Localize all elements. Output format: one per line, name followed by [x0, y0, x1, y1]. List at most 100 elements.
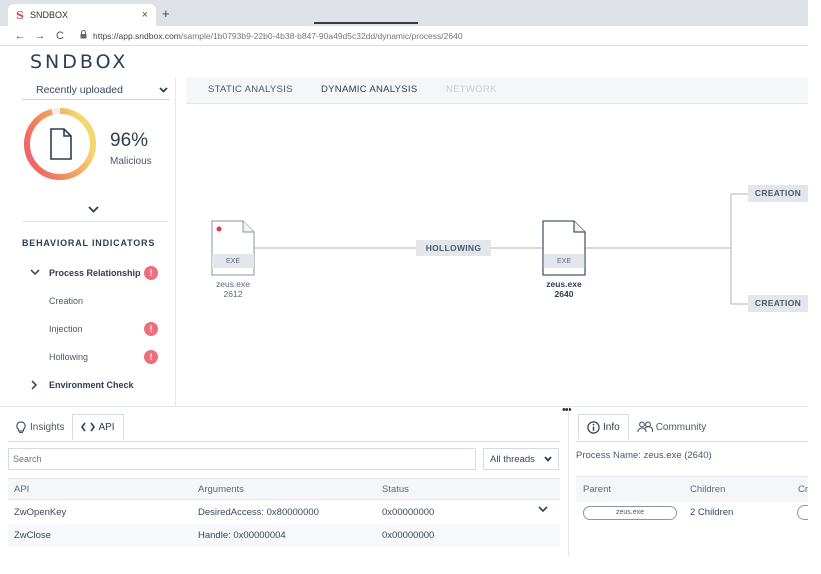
- node-name: zeus.exe: [546, 279, 582, 289]
- back-button[interactable]: ←: [12, 30, 28, 42]
- column-header-status[interactable]: Status: [382, 484, 409, 495]
- recently-uploaded-dropdown[interactable]: Recently uploaded: [22, 80, 170, 100]
- column-header-created: Cr: [798, 484, 809, 495]
- active-tab-indicator: [314, 22, 418, 24]
- tab-info[interactable]: Info: [578, 414, 629, 440]
- process-node-2640[interactable]: EXE: [542, 220, 586, 276]
- cell-api: ZwOpenKey: [14, 507, 67, 518]
- browser-tab[interactable]: S SNDBOX ×: [8, 4, 156, 26]
- browser-tab-title: SNDBOX: [29, 10, 68, 20]
- tab-info-label: Info: [603, 421, 620, 433]
- panel-vertical-divider: [568, 406, 569, 556]
- sidebar-divider: [22, 221, 168, 222]
- url-path: /sample/1b0793b9-22b0-4b38-b847-90a49d5c…: [180, 30, 463, 41]
- tab-dynamic-analysis[interactable]: DYNAMIC ANALYSIS: [321, 84, 417, 95]
- new-tab-button[interactable]: +: [162, 6, 170, 21]
- info-table-header: Parent Children Cr: [576, 476, 808, 502]
- document-icon: [50, 128, 72, 160]
- info-panel-tabs: Info Community: [578, 414, 714, 442]
- analysis-tabs: STATIC ANALYSIS DYNAMIC ANALYSIS NETWORK: [186, 78, 808, 104]
- forward-button[interactable]: →: [32, 30, 48, 42]
- sidebar: Recently uploaded 96% Malicious BEHAVIOR…: [0, 78, 176, 406]
- process-node-2612[interactable]: EXE: [211, 220, 255, 276]
- thread-filter-select[interactable]: All threads: [483, 448, 559, 470]
- table-row[interactable]: ZwOpenKey DesiredAccess: 0x80000000 0x00…: [8, 501, 560, 524]
- tab-community-label: Community: [655, 421, 707, 433]
- malicious-score-gauge: [24, 108, 96, 180]
- edge-label-creation[interactable]: CREATION: [748, 295, 808, 312]
- node-pid: 2640: [554, 289, 574, 299]
- url-field[interactable]: https://app.sndbox.com/sample/1b0793b9-2…: [93, 31, 463, 41]
- chevron-down-icon[interactable]: [538, 505, 548, 516]
- recently-uploaded-label: Recently uploaded: [36, 83, 123, 96]
- resize-handle[interactable]: •••: [562, 404, 572, 416]
- tab-api-label: API: [98, 421, 115, 433]
- tab-community[interactable]: Community: [629, 414, 715, 440]
- lock-icon: [80, 30, 87, 41]
- thread-filter-value: All threads: [490, 453, 535, 465]
- exe-file-icon: [211, 220, 255, 276]
- window-edge: [808, 0, 821, 574]
- alert-dot-icon: [216, 226, 222, 232]
- column-header-arguments[interactable]: Arguments: [198, 484, 244, 495]
- tab-static-analysis[interactable]: STATIC ANALYSIS: [208, 84, 293, 95]
- api-panel-tabs: Insights API: [8, 414, 124, 442]
- cell-status: 0x00000000: [382, 530, 435, 541]
- tab-api[interactable]: API: [72, 414, 124, 440]
- chevron-down-icon: [159, 85, 168, 95]
- chevron-down-icon[interactable]: [30, 268, 40, 279]
- node-type-label: EXE: [556, 258, 571, 265]
- code-icon: [81, 422, 96, 432]
- score-percent: 96%: [110, 130, 149, 151]
- sndbox-favicon-icon: S: [16, 8, 24, 22]
- table-row[interactable]: ZwClose Handle: 0x00000004 0x00000000: [8, 524, 560, 547]
- node-type-label: EXE: [225, 258, 240, 265]
- indicator-injection[interactable]: Injection: [49, 324, 83, 334]
- children-count[interactable]: 2 Children: [690, 507, 733, 518]
- edge-label-creation[interactable]: CREATION: [748, 185, 808, 202]
- process-graph: EXE zeus.exe 2612 HOLLOWING EXE zeus.exe…: [186, 104, 808, 404]
- graph-edges: [254, 193, 748, 305]
- exe-file-icon: [542, 220, 586, 276]
- expand-chevron-icon[interactable]: [88, 202, 99, 216]
- column-header-api[interactable]: API: [14, 484, 29, 495]
- address-bar: ← → C https://app.sndbox.com/sample/1b07…: [0, 26, 821, 46]
- tab-network: NETWORK: [446, 84, 497, 95]
- indicator-hollowing[interactable]: Hollowing: [49, 352, 88, 362]
- column-header-children: Children: [690, 484, 726, 495]
- search-input[interactable]: [8, 448, 476, 470]
- behavioral-indicators-title: BEHAVIORAL INDICATORS: [22, 238, 156, 248]
- info-icon: [587, 420, 600, 434]
- indicator-process-relationship[interactable]: Process Relationship: [49, 268, 141, 278]
- cell-arguments: Handle: 0x00000004: [198, 530, 286, 541]
- node-name: zeus.exe: [215, 279, 251, 289]
- cell-api: ZwClose: [14, 530, 51, 541]
- api-tabs-divider: [8, 441, 560, 442]
- panel-divider: [0, 406, 808, 407]
- close-tab-icon[interactable]: ×: [142, 9, 148, 21]
- alert-badge: !: [144, 266, 158, 280]
- chevron-right-icon[interactable]: [31, 380, 38, 393]
- indicator-creation[interactable]: Creation: [49, 296, 83, 306]
- people-icon: [636, 421, 653, 433]
- lightbulb-icon: [16, 420, 26, 433]
- column-header-parent: Parent: [583, 484, 611, 495]
- parent-process-link[interactable]: zeus.exe: [583, 506, 677, 520]
- api-table-header: API Arguments Status: [8, 478, 560, 500]
- score-label: Malicious: [110, 156, 152, 167]
- node-pid: 2612: [223, 289, 243, 299]
- alert-badge: !: [144, 322, 158, 336]
- tab-insights[interactable]: Insights: [8, 414, 72, 440]
- alert-badge: !: [144, 350, 158, 364]
- edge-label-hollowing[interactable]: HOLLOWING: [416, 240, 491, 256]
- indicator-environment-check[interactable]: Environment Check: [49, 380, 134, 390]
- process-name: Process Name: zeus.exe (2640): [576, 450, 712, 461]
- reload-button[interactable]: C: [52, 30, 68, 42]
- chevron-down-icon: [544, 456, 552, 462]
- cell-arguments: DesiredAccess: 0x80000000: [198, 507, 319, 518]
- info-tabs-divider: [576, 441, 808, 442]
- sndbox-logo[interactable]: SNDBOX: [30, 51, 128, 73]
- url-host: https://app.sndbox.com: [93, 30, 181, 41]
- tab-insights-label: Insights: [30, 421, 65, 433]
- cell-status: 0x00000000: [382, 507, 435, 518]
